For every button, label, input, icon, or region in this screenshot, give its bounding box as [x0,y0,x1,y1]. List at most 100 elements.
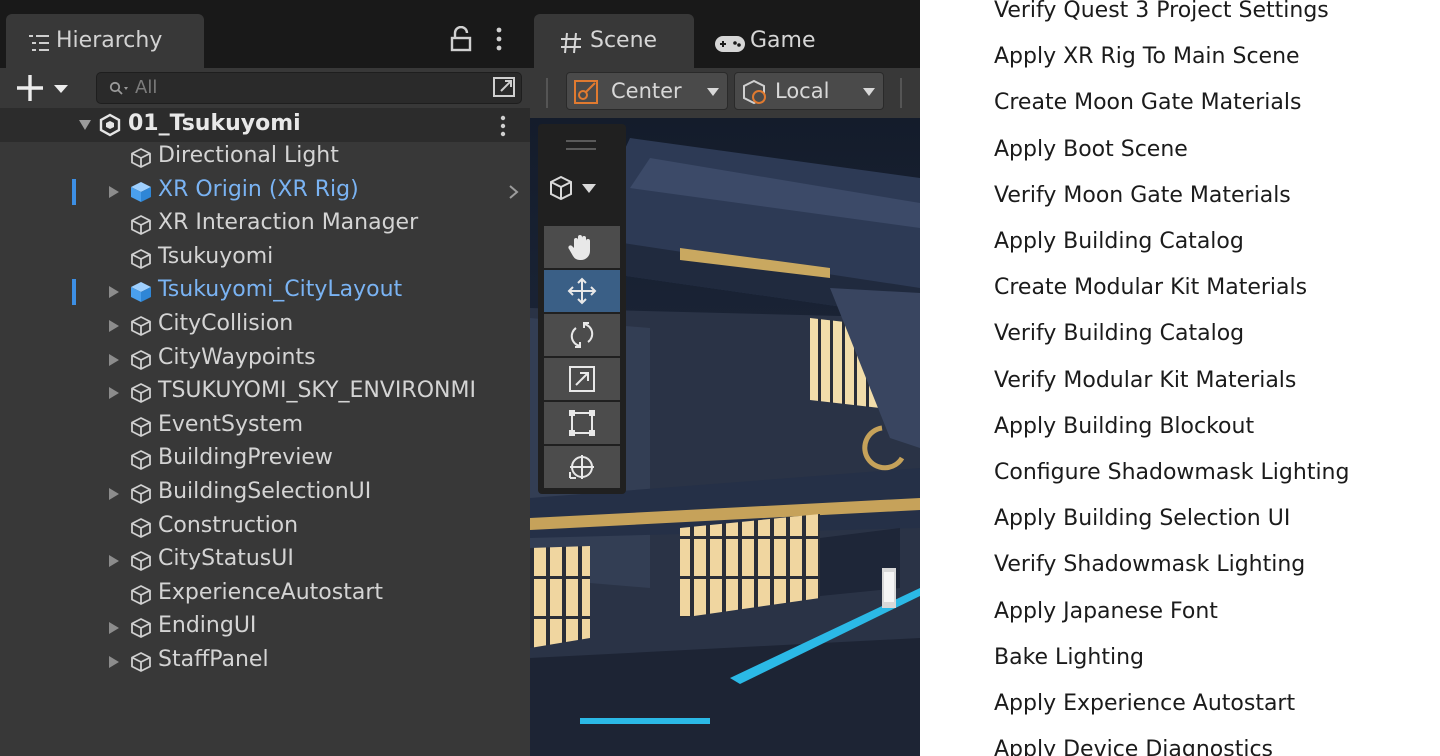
hierarchy-item[interactable]: Tsukuyomi [0,242,530,275]
gameobject-cube-icon [131,416,151,437]
selection-indicator [72,279,76,306]
command-item[interactable]: Configure Shadowmask Lighting [994,460,1349,485]
rotate-tool-button[interactable] [544,314,620,356]
scene-more-icon[interactable] [498,114,508,138]
expand-arrow-icon[interactable] [108,655,120,669]
expand-arrow-icon[interactable] [108,285,120,299]
hierarchy-item[interactable]: XR Origin (XR Rig) [0,175,530,208]
hand-tool-button[interactable] [544,226,620,268]
command-item[interactable]: Apply Experience Autostart [994,691,1295,716]
hierarchy-item-label: ExperienceAutostart [158,579,384,605]
hierarchy-item-label: XR Origin (XR Rig) [158,176,359,202]
hierarchy-item-label: Tsukuyomi_CityLayout [158,277,403,303]
expand-arrow-icon[interactable] [108,386,120,400]
prefab-cube-icon [131,181,151,202]
hierarchy-item[interactable]: TSUKUYOMI_SKY_ENVIRONMI [0,376,530,409]
transform-tool-icon [569,455,594,479]
hierarchy-item[interactable]: Construction [0,511,530,544]
overlay-drag-handle[interactable] [566,140,596,150]
hierarchy-item[interactable]: CityWaypoints [0,343,530,376]
expand-arrow-icon[interactable] [108,185,120,199]
expand-arrow-icon[interactable] [108,621,120,635]
hierarchy-item[interactable]: StaffPanel [0,645,530,678]
search-placeholder: All [135,77,158,98]
hierarchy-item[interactable]: CityCollision [0,309,530,342]
cube-view-icon [550,175,572,201]
hierarchy-item[interactable]: Directional Light [0,141,530,174]
gameobject-cube-icon [131,383,151,404]
transform-tool-button[interactable] [544,446,620,488]
hierarchy-item[interactable]: ExperienceAutostart [0,578,530,611]
gameobject-cube-icon [131,148,151,168]
tab-game[interactable]: Game [710,14,860,68]
gameobject-cube-icon [131,618,151,639]
hierarchy-item[interactable]: EndingUI [0,611,530,644]
gameobject-cube-icon [131,517,151,538]
command-item[interactable]: Bake Lighting [994,645,1144,670]
gameobject-cube-icon [131,450,151,471]
rect-tool-button[interactable] [544,402,620,444]
chevron-right-icon[interactable] [508,184,520,199]
command-item[interactable]: Apply Japanese Font [994,599,1218,624]
tab-hierarchy[interactable]: Hierarchy [6,14,204,68]
prefab-cube-icon [131,282,151,303]
command-item[interactable]: Apply Building Catalog [994,229,1244,254]
more-options-icon[interactable] [494,26,504,52]
gameobject-cube-icon [131,484,151,504]
command-item[interactable]: Verify Modular Kit Materials [994,368,1296,393]
command-item[interactable]: Create Moon Gate Materials [994,90,1301,115]
unity-scene-icon [99,113,121,137]
hand-tool-icon [568,235,590,261]
gameobject-cube-icon [131,349,151,370]
selection-indicator [72,178,76,205]
lock-icon[interactable] [450,26,472,52]
chevron-down-icon [582,184,596,193]
command-item[interactable]: Verify Building Catalog [994,321,1244,346]
tab-scene[interactable]: Scene [534,14,694,68]
hierarchy-tab-label: Hierarchy [56,28,163,53]
hierarchy-item[interactable]: EventSystem [0,410,530,443]
hierarchy-item[interactable]: XR Interaction Manager [0,208,530,241]
expand-arrow-icon[interactable] [108,319,120,333]
command-item[interactable]: Apply XR Rig To Main Scene [994,44,1300,69]
command-item[interactable]: Apply Building Selection UI [994,506,1290,531]
toolbar-separator [900,78,902,108]
command-list: Verify Quest 3 Project Settings Apply XR … [920,0,1440,756]
scale-tool-button[interactable] [544,358,620,400]
command-item[interactable]: Apply Boot Scene [994,137,1188,162]
hierarchy-item-label: CityCollision [158,311,294,336]
expanded-arrow-icon[interactable] [78,119,92,131]
gameobject-cube-icon [131,652,151,672]
command-item[interactable]: Apply Building Blockout [994,414,1254,439]
hierarchy-search-field[interactable]: All [96,72,522,104]
chevron-down-icon [863,88,875,96]
expand-arrow-icon[interactable] [108,487,120,501]
rect-tool-icon [569,410,595,436]
command-item[interactable]: Apply Device Diagnostics [994,737,1273,756]
expand-arrow-icon[interactable] [108,353,120,367]
pivot-mode-dropdown[interactable]: Center [566,72,728,110]
hierarchy-item-label: StaffPanel [158,647,269,672]
pivot-space-dropdown[interactable]: Local [734,72,884,110]
hierarchy-item[interactable]: Tsukuyomi_CityLayout [0,275,530,308]
command-item[interactable]: Verify Moon Gate Materials [994,183,1291,208]
gameobject-cube-icon [131,215,151,236]
add-object-button[interactable] [14,72,70,104]
hierarchy-item-label: CityStatusUI [158,546,294,572]
move-tool-button[interactable] [544,270,620,312]
hierarchy-item[interactable]: BuildingSelectionUI [0,477,530,510]
search-scene-icon[interactable] [491,75,519,101]
scene-root-row[interactable]: 01_Tsukuyomi [0,108,530,142]
game-tab-label: Game [750,28,816,53]
expand-arrow-icon[interactable] [108,554,120,568]
command-item[interactable]: Verify Shadowmask Lighting [994,552,1305,577]
command-item[interactable]: Verify Quest 3 Project Settings [994,0,1329,23]
view-options-dropdown[interactable] [548,174,612,204]
hierarchy-item[interactable]: BuildingPreview [0,443,530,476]
hierarchy-item-label: BuildingPreview [158,445,333,471]
pivot-space-label: Local [775,79,830,103]
command-item[interactable]: Create Modular Kit Materials [994,275,1307,300]
hierarchy-item[interactable]: CityStatusUI [0,544,530,577]
hierarchy-item-label: CityWaypoints [158,344,316,370]
pivot-mode-label: Center [611,79,682,103]
